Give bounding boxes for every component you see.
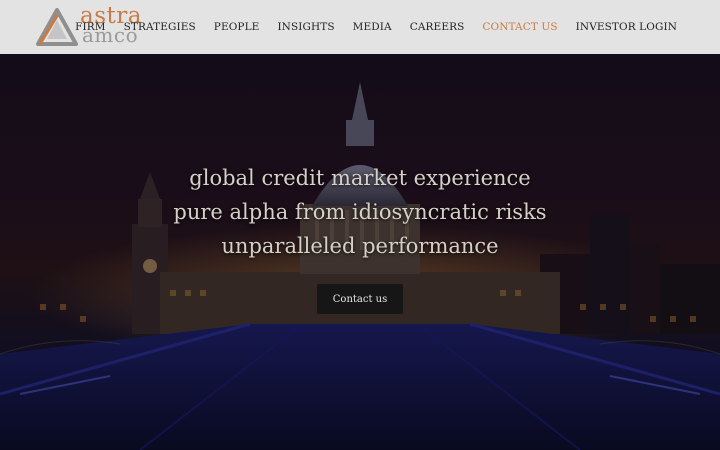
nav-item-contact-us[interactable]: CONTACT US — [482, 21, 557, 33]
nav-item-firm[interactable]: FIRM — [75, 21, 106, 33]
hero-section: global credit market experience pure alp… — [0, 54, 720, 450]
main-nav: FIRM STRATEGIES PEOPLE INSIGHTS MEDIA CA… — [57, 0, 677, 54]
hero-tagline-1: global credit market experience — [189, 166, 531, 190]
nav-item-people[interactable]: PEOPLE — [214, 21, 260, 33]
site-header: astra amco FIRM STRATEGIES PEOPLE INSIGH… — [0, 0, 720, 54]
hero-tagline-2: pure alpha from idiosyncratic risks — [173, 200, 547, 224]
nav-item-insights[interactable]: INSIGHTS — [277, 21, 334, 33]
nav-item-media[interactable]: MEDIA — [353, 21, 392, 33]
hero-tagline-3: unparalleled performance — [221, 234, 499, 258]
nav-item-careers[interactable]: CAREERS — [410, 21, 465, 33]
nav-item-investor-login[interactable]: INVESTOR LOGIN — [576, 21, 677, 33]
nav-item-strategies[interactable]: STRATEGIES — [124, 21, 196, 33]
contact-us-button[interactable]: Contact us — [317, 284, 403, 314]
